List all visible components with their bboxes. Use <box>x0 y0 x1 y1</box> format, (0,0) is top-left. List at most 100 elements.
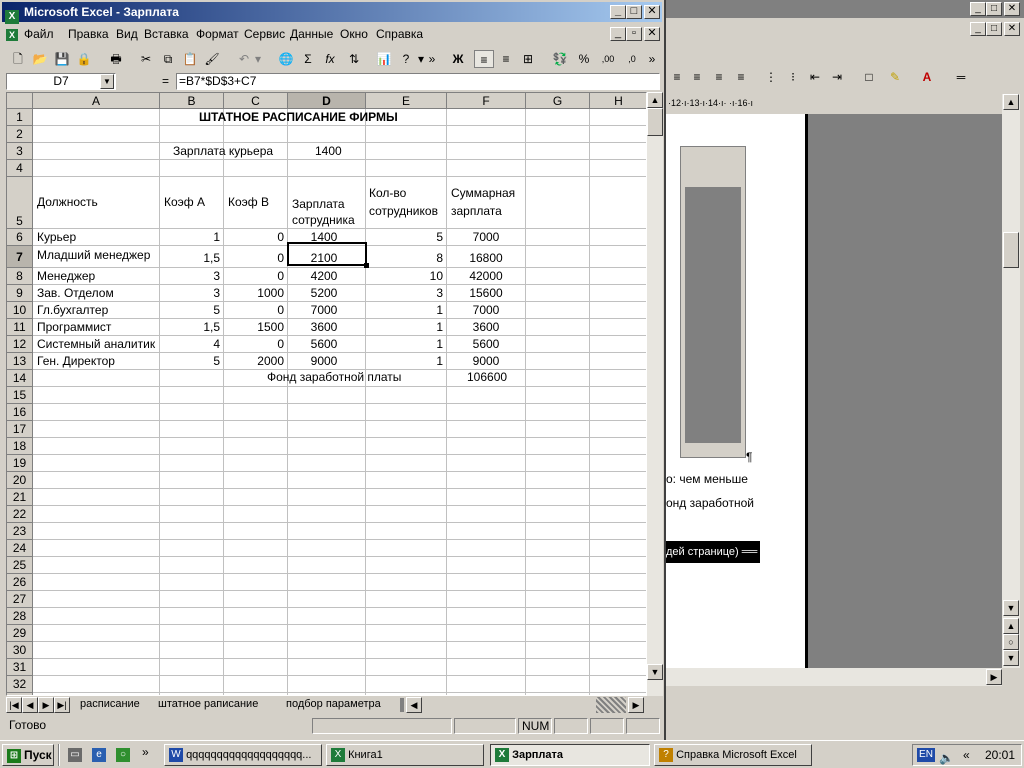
cell-b[interactable]: 5 <box>162 303 222 317</box>
cell-d[interactable]: 5600 <box>293 337 355 351</box>
scroll-up-icon[interactable]: ▲ <box>1003 94 1019 110</box>
word-vertical-scrollbar[interactable]: ▲ ▼ ▲ ○ ▼ <box>1002 94 1020 668</box>
row-header-15[interactable]: 15 <box>7 387 33 404</box>
row-header-16[interactable]: 16 <box>7 404 33 421</box>
menu-tools[interactable]: Сервис <box>244 27 285 41</box>
autosum-icon[interactable]: Σ <box>298 50 318 68</box>
prev-page-icon[interactable]: ▲ <box>1003 618 1019 634</box>
align-left-icon[interactable]: ≡ <box>474 50 494 68</box>
workbook-close-button[interactable]: ✕ <box>644 27 660 41</box>
cell-d[interactable]: 4200 <box>293 269 355 283</box>
font-color-icon[interactable]: A <box>918 68 936 86</box>
column-header-a[interactable]: A <box>33 93 160 109</box>
volume-icon[interactable]: 🔈 <box>939 748 954 768</box>
scroll-right-icon[interactable]: ▶ <box>986 669 1002 685</box>
column-header-g[interactable]: G <box>526 93 590 109</box>
help-dropdown-icon[interactable]: ▾ <box>416 50 426 68</box>
sheet-title[interactable]: ШТАТНОЕ РАСПИСАНИЕ ФИРМЫ <box>197 110 400 124</box>
cell-b[interactable]: 4 <box>162 337 222 351</box>
row-header-29[interactable]: 29 <box>7 625 33 642</box>
bullets-icon[interactable]: ⁝ <box>784 68 802 86</box>
decrease-indent-icon[interactable]: ⇤ <box>806 68 824 86</box>
cell-position[interactable]: Менеджер <box>35 269 97 283</box>
row-header-18[interactable]: 18 <box>7 438 33 455</box>
cut-icon[interactable]: ✂ <box>136 50 156 68</box>
row-header-27[interactable]: 27 <box>7 591 33 608</box>
sheet-tab-goal-seek[interactable]: подбор параметра <box>278 696 389 713</box>
cell-b[interactable]: 3 <box>162 286 222 300</box>
excel-vertical-scrollbar[interactable]: ▲ ▼ <box>647 92 663 696</box>
menu-data[interactable]: Данные <box>290 27 333 41</box>
media-player-icon[interactable]: ○ <box>116 747 130 762</box>
cell-c[interactable]: 0 <box>226 303 286 317</box>
align-center-icon[interactable]: ≡ <box>496 50 516 68</box>
tab-split-handle[interactable] <box>400 698 404 712</box>
show-desktop-icon[interactable]: ▭ <box>68 747 82 762</box>
word-doc-restore-button[interactable]: □ <box>986 22 1002 36</box>
workbook-restore-button[interactable]: ▫ <box>626 27 642 41</box>
menu-edit[interactable]: Правка <box>68 27 109 41</box>
header-position[interactable]: Должность <box>35 195 100 209</box>
row-header-32[interactable]: 32 <box>7 676 33 693</box>
paste-icon[interactable]: 📋 <box>180 50 200 68</box>
cell-c[interactable]: 0 <box>226 269 286 283</box>
row-header-26[interactable]: 26 <box>7 574 33 591</box>
cell-b[interactable]: 3 <box>162 269 222 283</box>
menu-format[interactable]: Формат <box>196 27 239 41</box>
cell-f[interactable]: 42000 <box>455 269 517 283</box>
close-button[interactable]: ✕ <box>644 5 660 19</box>
open-folder-icon[interactable]: 📂 <box>30 50 50 68</box>
cell-f[interactable]: 15600 <box>455 286 517 300</box>
align-right-icon[interactable]: ≡ <box>710 68 728 86</box>
cell-position[interactable]: Младший менеджер <box>35 248 152 262</box>
function-icon[interactable]: fx <box>320 50 340 68</box>
increase-indent-icon[interactable]: ⇥ <box>828 68 846 86</box>
toolbar-more-2-icon[interactable]: » <box>646 50 658 68</box>
cell-position[interactable]: Зав. Отделом <box>35 286 116 300</box>
taskbar-item-word[interactable]: W qqqqqqqqqqqqqqqqqqq... <box>164 744 322 766</box>
row-header-23[interactable]: 23 <box>7 523 33 540</box>
cell-e[interactable]: 1 <box>385 320 445 334</box>
fund-value[interactable]: 106600 <box>465 370 509 384</box>
word-close-button[interactable]: ✕ <box>1004 2 1020 16</box>
cell-e[interactable]: 1 <box>385 337 445 351</box>
select-browse-object-icon[interactable]: ○ <box>1003 634 1019 650</box>
sheet-tab-staff-schedule[interactable]: штатное раписание <box>150 696 266 713</box>
bold-icon[interactable]: Ж <box>448 50 468 68</box>
copy-icon[interactable]: ⧉ <box>158 50 178 68</box>
clock[interactable]: 20:01 <box>985 745 1015 765</box>
cell-f[interactable]: 7000 <box>455 230 517 244</box>
numbering-icon[interactable]: ⋮ <box>762 68 780 86</box>
cell-e[interactable]: 5 <box>385 230 445 244</box>
cell-d[interactable]: 9000 <box>293 354 355 368</box>
cell-d[interactable]: 3600 <box>293 320 355 334</box>
internet-explorer-icon[interactable]: e <box>92 747 106 762</box>
cell-position[interactable]: Курьер <box>35 230 78 244</box>
quicklaunch-more-icon[interactable]: » <box>142 745 149 759</box>
prev-sheet-icon[interactable]: ◀ <box>22 697 38 713</box>
cell-b[interactable]: 1,5 <box>162 251 222 265</box>
currency-icon[interactable]: 💱 <box>550 50 570 68</box>
cell-f[interactable]: 16800 <box>455 251 517 265</box>
cell-e[interactable]: 1 <box>385 303 445 317</box>
fund-label[interactable]: Фонд заработной платы <box>265 370 403 384</box>
cell-c[interactable]: 1000 <box>226 286 286 300</box>
row-header-20[interactable]: 20 <box>7 472 33 489</box>
menu-help[interactable]: Справка <box>376 27 423 41</box>
cell-c[interactable]: 0 <box>226 251 286 265</box>
column-header-c[interactable]: C <box>224 93 288 109</box>
name-box-dropdown-icon[interactable]: ▼ <box>100 74 114 89</box>
increase-decimal-icon[interactable]: ,00 <box>598 50 618 68</box>
highlight-icon[interactable]: ✎ <box>886 68 904 86</box>
row-header-7[interactable]: 7 <box>7 246 33 268</box>
cell-e[interactable]: 1 <box>385 354 445 368</box>
taskbar-item-salary[interactable]: X Зарплата <box>490 744 650 766</box>
row-header-12[interactable]: 12 <box>7 336 33 353</box>
cell-e[interactable]: 10 <box>385 269 445 283</box>
header-count-2[interactable]: сотрудников <box>367 204 440 218</box>
cell-b[interactable]: 1 <box>162 230 222 244</box>
menu-window[interactable]: Окно <box>340 27 368 41</box>
minimize-button[interactable]: _ <box>610 5 626 19</box>
toolbar-more-icon[interactable]: » <box>426 50 438 68</box>
format-painter-icon[interactable]: 🖌 <box>202 50 222 68</box>
